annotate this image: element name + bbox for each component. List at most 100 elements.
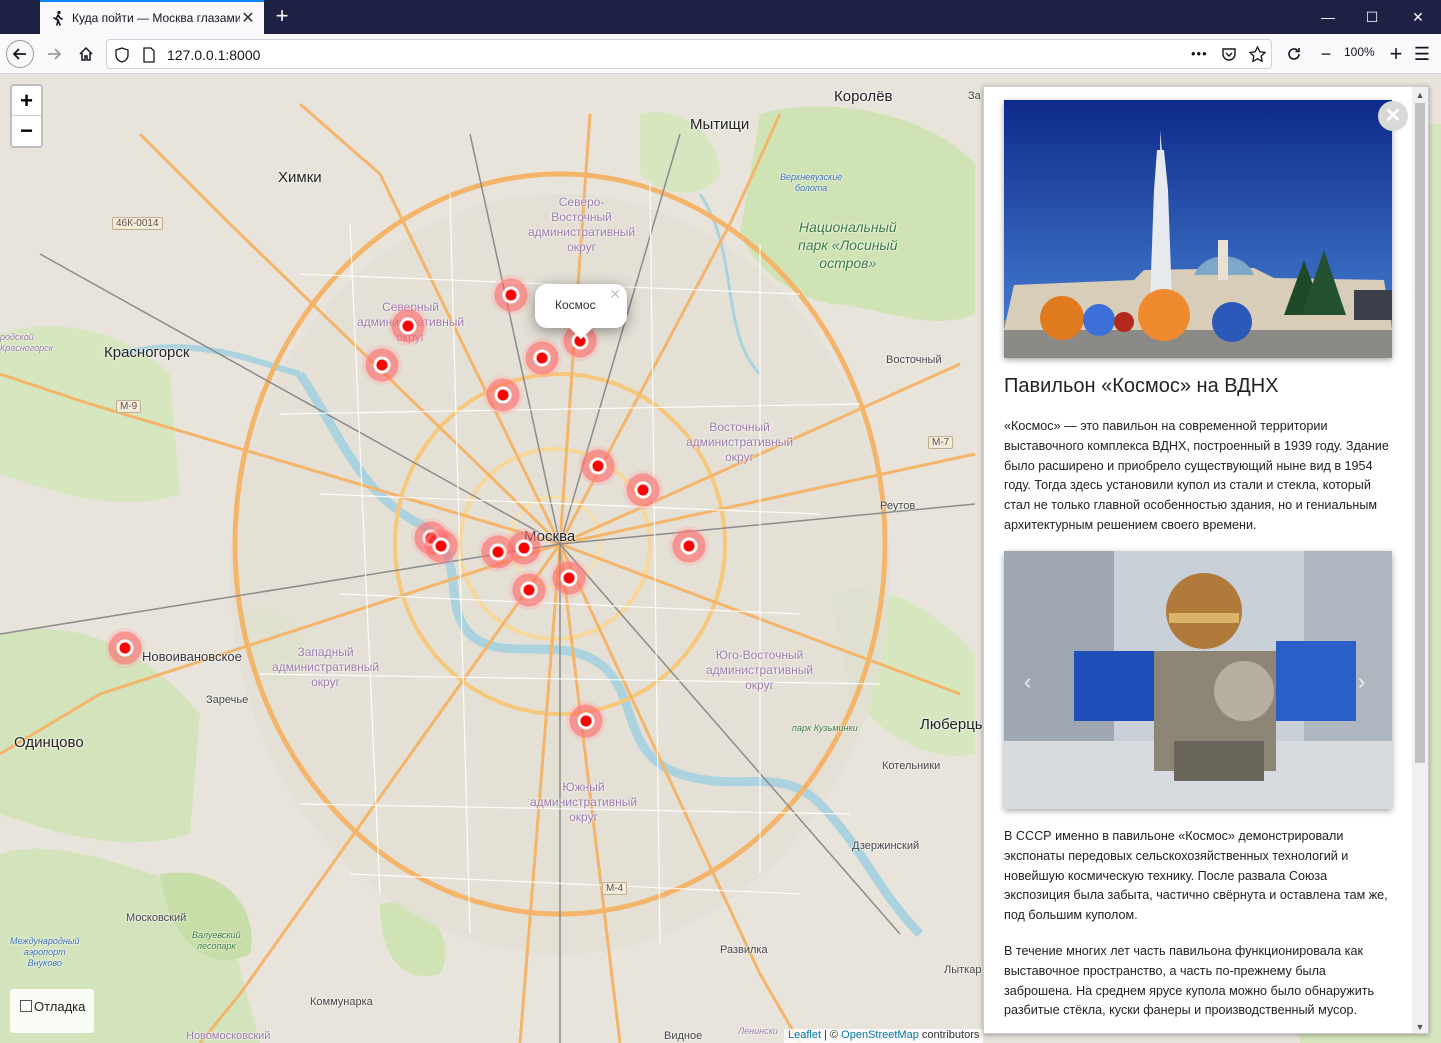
maximize-button[interactable]: ☐: [1350, 0, 1394, 34]
place-details-panel: ✕ Павильон «Космос» на ВДНХ «Космос» — э…: [983, 86, 1429, 1034]
map-label-vostochny: Восточный: [886, 354, 942, 366]
place-marker[interactable]: [362, 345, 402, 385]
arrow-right-icon: [48, 48, 62, 60]
map-label-district-v: Восточный административный округ: [686, 420, 794, 464]
panel-scrollbar[interactable]: ▲ ▼: [1412, 87, 1428, 1033]
browser-tab[interactable]: Куда пойти — Москва глазами ✕: [40, 0, 264, 34]
place-marker[interactable]: [509, 570, 549, 610]
back-button[interactable]: [6, 40, 34, 68]
place-marker[interactable]: [504, 528, 544, 568]
map-label-lytkar: Лыткар: [944, 964, 982, 976]
pocket-icon[interactable]: [1221, 47, 1237, 62]
shield-icon: [115, 47, 129, 63]
carousel-next-icon[interactable]: ›: [1358, 669, 1365, 695]
place-title: Павильон «Космос» на ВДНХ: [1004, 375, 1279, 397]
place-marker[interactable]: [578, 446, 618, 486]
map-label-vnukovo: Международный аэропорт Внуково: [10, 936, 80, 968]
map-zoom-out-button[interactable]: −: [12, 116, 41, 146]
scroll-up-arrow-icon[interactable]: ▲: [1412, 87, 1428, 103]
map-label-kotelniki: Котельники: [882, 760, 941, 772]
browser-navbar: 127.0.0.1:8000 ••• − 100% + ☰: [0, 34, 1441, 74]
place-marker[interactable]: [105, 628, 145, 668]
zoom-level[interactable]: 100%: [1344, 45, 1375, 59]
map-label-district-yv: Юго-Восточный административный округ: [706, 648, 814, 692]
map-label-valuevsky: Валуевский лесопарк: [192, 930, 241, 951]
menu-button[interactable]: ☰: [1408, 40, 1436, 68]
map-label-odintsovo: Одинцово: [14, 734, 84, 751]
map-label-kommunarka: Коммунарка: [310, 996, 373, 1008]
place-marker[interactable]: [623, 470, 663, 510]
map-label-korolev: Королёв: [834, 88, 893, 105]
bookmark-star-icon[interactable]: [1249, 46, 1266, 63]
panel-close-button[interactable]: ✕: [1378, 101, 1408, 131]
new-tab-button[interactable]: +: [270, 4, 294, 28]
map-label-park-kuzminki: парк Кузьминки: [792, 723, 858, 733]
debug-label: Отладка: [34, 999, 86, 1014]
map-label-verkhneyauzskie: Верхнеяузские болота: [780, 172, 843, 193]
road-shield-m4: М-4: [602, 882, 628, 895]
zoom-out-button[interactable]: −: [1312, 40, 1340, 68]
arrow-left-icon: [12, 48, 26, 60]
map-label-zarechye: Заречье: [206, 694, 249, 706]
place-marker[interactable]: [522, 338, 562, 378]
place-description-2: В СССР именно в павильоне «Космос» демон…: [1004, 829, 1388, 923]
map-label-district-yu: Южный административный округ: [530, 780, 638, 824]
address-bar[interactable]: 127.0.0.1:8000 •••: [106, 39, 1272, 69]
walking-person-icon: [53, 10, 63, 26]
page-icon: [143, 47, 155, 63]
tab-title: Куда пойти — Москва глазами: [72, 11, 240, 25]
popup-title: Космос: [555, 298, 596, 312]
map-label-lyubertsy: Люберцы: [920, 716, 986, 733]
carousel-prev-icon[interactable]: ‹: [1024, 669, 1031, 695]
debug-control: Отладка: [10, 989, 94, 1033]
road-shield-m7: М-7: [928, 436, 954, 449]
space-station-exhibit-photo: [1004, 551, 1392, 809]
map-label-mytishchi: Мытищи: [690, 116, 750, 133]
road-shield-46k: 46К-0014: [112, 217, 163, 230]
place-marker[interactable]: [669, 526, 709, 566]
browser-titlebar: Куда пойти — Москва глазами ✕ + — ☐ ✕: [0, 0, 1441, 34]
map-label-leninsky: Ленински: [738, 1026, 778, 1036]
home-button[interactable]: [72, 40, 100, 68]
map-label-district-z: Западный административный округ: [272, 645, 380, 689]
map-label-novomoskovsky: Новомосковский: [186, 1030, 271, 1042]
map-popup: Космос ✕: [535, 284, 627, 340]
map-label-dzerzhinsky: Дзержинский: [852, 840, 920, 852]
place-description-3: В течение многих лет часть павильона фун…: [1004, 944, 1375, 1018]
minimize-button[interactable]: —: [1306, 0, 1350, 34]
popup-close-icon[interactable]: ✕: [609, 286, 621, 303]
home-icon: [79, 46, 93, 61]
map-label-reutov: Реутов: [880, 500, 916, 512]
map-label-krasnogorsk-small: родской Красногорск: [0, 332, 53, 353]
map-label-novoivanovskoe: Новоивановское: [142, 649, 242, 664]
forward-button[interactable]: [40, 40, 68, 68]
map-label-vidnoe: Видное: [664, 1030, 703, 1042]
debug-checkbox[interactable]: [20, 1000, 32, 1012]
map-label-khimki: Химки: [278, 169, 322, 186]
close-window-button[interactable]: ✕: [1396, 0, 1440, 34]
place-marker[interactable]: [549, 558, 589, 598]
zoom-in-button[interactable]: +: [1382, 40, 1410, 68]
map-label-park-losiny: Национальный парк «Лосиный остров»: [798, 219, 898, 271]
map-zoom-in-button[interactable]: +: [12, 86, 41, 116]
attribution-separator: | ©: [821, 1029, 842, 1041]
place-marker[interactable]: [566, 701, 606, 741]
page-actions-icon[interactable]: •••: [1191, 46, 1208, 61]
reload-icon: [1288, 48, 1300, 60]
scrollbar-thumb[interactable]: [1415, 103, 1425, 763]
scroll-down-arrow-icon[interactable]: ▼: [1412, 1019, 1428, 1033]
tab-close-icon[interactable]: ✕: [240, 8, 256, 28]
place-photo-carousel[interactable]: ‹ ›: [1004, 551, 1392, 809]
osm-link[interactable]: OpenStreetMap: [841, 1029, 919, 1041]
place-marker[interactable]: [421, 526, 461, 566]
place-marker[interactable]: [388, 306, 428, 346]
map-label-krasnogorsk: Красногорск: [104, 344, 190, 361]
place-marker[interactable]: [483, 375, 523, 415]
vdnh-kosmos-photo: [1004, 100, 1392, 358]
map-label-za: За: [968, 90, 981, 102]
leaflet-link[interactable]: Leaflet: [788, 1029, 821, 1041]
place-marker[interactable]: [491, 275, 531, 315]
map-zoom-control: + −: [10, 84, 43, 148]
leaflet-map[interactable]: Королёв Мытищи Химки Красногорск Москва …: [0, 74, 1441, 1043]
reload-button[interactable]: [1280, 40, 1308, 68]
